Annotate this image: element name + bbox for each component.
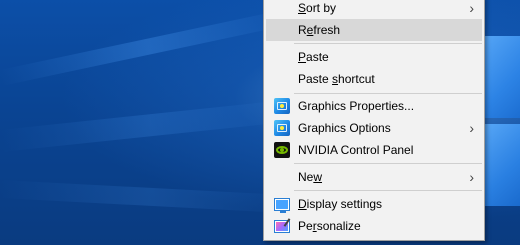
menu-separator [294, 163, 482, 164]
menu-item-label: Graphics Properties... [298, 99, 415, 113]
menu-item-label: Sort by [298, 1, 337, 15]
menu-item-label: Paste [298, 50, 329, 64]
menu-item-graphics-options[interactable]: Graphics Options › [264, 117, 484, 139]
menu-item-new[interactable]: New › [264, 166, 484, 188]
menu-item-sort-by[interactable]: Sort by › [264, 0, 484, 19]
graphics-icon [274, 120, 290, 136]
chevron-right-icon: › [469, 120, 474, 136]
personalize-icon [274, 220, 290, 233]
menu-item-paste[interactable]: Paste [264, 46, 484, 68]
menu-item-label: Paste shortcut [298, 72, 375, 86]
chevron-right-icon: › [469, 169, 474, 185]
chevron-right-icon: › [469, 0, 474, 16]
menu-item-label: Refresh [298, 23, 341, 37]
desktop-context-menu: Sort by › Refresh Paste Paste shortcut G… [263, 0, 485, 241]
windows-logo-pane [480, 124, 520, 206]
menu-item-paste-shortcut[interactable]: Paste shortcut [264, 68, 484, 90]
menu-item-personalize[interactable]: Personalize [264, 215, 484, 237]
menu-item-label: Personalize [298, 219, 361, 233]
menu-item-nvidia-control-panel[interactable]: NVIDIA Control Panel [264, 139, 484, 161]
menu-separator [294, 43, 482, 44]
menu-item-display-settings[interactable]: Display settings [264, 193, 484, 215]
wallpaper-light-beam [0, 98, 301, 152]
wallpaper-light-beam [0, 7, 297, 86]
wallpaper-light-beam [0, 180, 300, 214]
menu-item-graphics-properties[interactable]: Graphics Properties... [264, 95, 484, 117]
nvidia-icon [274, 142, 290, 158]
menu-item-label: New [298, 170, 323, 184]
windows-logo-pane [480, 36, 520, 118]
menu-separator [294, 190, 482, 191]
menu-item-refresh[interactable]: Refresh [266, 19, 482, 41]
menu-separator [294, 93, 482, 94]
menu-item-label: NVIDIA Control Panel [298, 143, 414, 157]
menu-item-label: Graphics Options [298, 121, 391, 135]
menu-item-label: Display settings [298, 197, 383, 211]
graphics-icon [274, 98, 290, 114]
display-icon [274, 198, 290, 213]
